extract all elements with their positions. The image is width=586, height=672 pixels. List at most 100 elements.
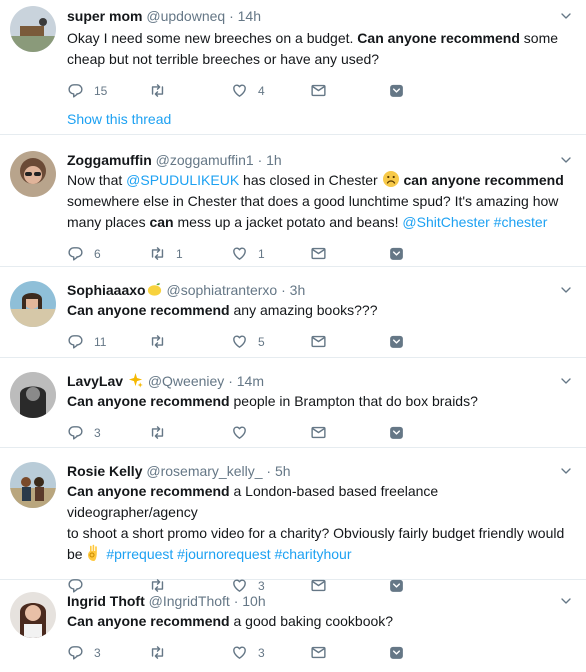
- chevron-down-icon[interactable]: [558, 373, 574, 389]
- user-handle[interactable]: @sophiatranterxo: [166, 282, 277, 298]
- like-icon: [231, 644, 248, 661]
- tweet-header: Sophiaaaxo @sophiatranterxo · 3h: [67, 280, 572, 300]
- tweet-header: Zoggamuffin @zoggamuffin1 · 1h: [67, 150, 572, 170]
- avatar[interactable]: [10, 462, 56, 508]
- chevron-down-icon[interactable]: [558, 593, 574, 609]
- dm-button[interactable]: [310, 644, 337, 661]
- reply-button[interactable]: 3: [67, 424, 101, 441]
- tweet-actions: 15 4: [67, 82, 572, 102]
- retweet-button[interactable]: [149, 424, 176, 441]
- tweet-actions: 3 3: [67, 644, 572, 664]
- timestamp[interactable]: 10h: [242, 593, 265, 609]
- user-name[interactable]: Rosie Kelly: [67, 463, 142, 479]
- dm-button[interactable]: [310, 333, 337, 350]
- like-button[interactable]: 3: [231, 644, 265, 661]
- mention-link[interactable]: @ShitChester: [402, 214, 489, 230]
- like-icon: [231, 245, 248, 262]
- tweet-text: Can anyone recommend people in Brampton …: [67, 393, 478, 409]
- chevron-down-icon[interactable]: [558, 463, 574, 479]
- timestamp[interactable]: 1h: [266, 152, 282, 168]
- tweet-ingrid-thoft[interactable]: Ingrid Thoft @IngridThoft · 10h Can anyo…: [0, 580, 586, 672]
- mail-icon: [310, 424, 327, 441]
- retweet-icon: [149, 333, 166, 350]
- reply-icon: [67, 82, 84, 99]
- tweet-actions: 3: [67, 424, 572, 444]
- reply-icon: [67, 333, 84, 350]
- promote-icon: [388, 644, 405, 661]
- promote-button[interactable]: [388, 644, 415, 661]
- like-button[interactable]: 4: [231, 82, 265, 99]
- tweet-lavylav[interactable]: LavyLav @Qweeniey · 14m Can anyone recom…: [0, 358, 586, 448]
- reply-button[interactable]: 15: [67, 82, 107, 99]
- like-icon: [231, 333, 248, 350]
- separator-dot: ·: [229, 8, 234, 24]
- dm-button[interactable]: [310, 245, 337, 262]
- like-count: 3: [258, 645, 265, 660]
- retweet-button[interactable]: 1: [149, 245, 183, 262]
- reply-count: 15: [94, 83, 108, 98]
- timestamp[interactable]: 14h: [238, 8, 261, 24]
- promote-button[interactable]: [388, 424, 415, 441]
- retweet-icon: [149, 245, 166, 262]
- retweet-button[interactable]: [149, 82, 176, 99]
- tweet-sophiaaaxo[interactable]: Sophiaaaxo @sophiatranterxo · 3h Can any…: [0, 267, 586, 358]
- chevron-down-icon[interactable]: [558, 152, 574, 168]
- tweet-text: Okay I need some new breeches on a budge…: [67, 30, 559, 67]
- tweet-zoggamuffin[interactable]: Zoggamuffin @zoggamuffin1 · 1h Now that …: [0, 135, 586, 267]
- tweet-actions: 11 5: [67, 333, 572, 353]
- user-name[interactable]: Sophiaaaxo: [67, 282, 146, 298]
- like-button[interactable]: [231, 424, 258, 441]
- reply-button[interactable]: 11: [67, 333, 106, 350]
- user-name[interactable]: super mom: [67, 8, 142, 24]
- timestamp[interactable]: 5h: [275, 463, 291, 479]
- avatar[interactable]: [10, 372, 56, 418]
- hashtag-links[interactable]: #prrequest #journorequest #charityhour: [106, 546, 351, 562]
- reply-button[interactable]: 3: [67, 644, 101, 661]
- avatar[interactable]: [10, 151, 56, 197]
- mail-icon: [310, 333, 327, 350]
- reply-button[interactable]: 6: [67, 245, 101, 262]
- retweet-button[interactable]: [149, 333, 176, 350]
- tweet-text: Can anyone recommend any amazing books??…: [67, 302, 378, 318]
- user-name[interactable]: Zoggamuffin: [67, 152, 152, 168]
- like-count: 4: [258, 83, 265, 98]
- like-icon: [231, 82, 248, 99]
- promote-button[interactable]: [388, 82, 415, 99]
- lemon-emoji-icon: [147, 283, 161, 296]
- tweet-super-mom[interactable]: super mom @updowneq · 14h Okay I need so…: [0, 0, 586, 135]
- promote-icon: [388, 333, 405, 350]
- user-handle[interactable]: @rosemary_kelly_: [146, 463, 262, 479]
- tweet-header: Rosie Kelly @rosemary_kelly_ · 5h: [67, 461, 572, 481]
- chevron-down-icon[interactable]: [558, 8, 574, 24]
- mail-icon: [310, 644, 327, 661]
- timestamp[interactable]: 14m: [237, 373, 264, 389]
- promote-button[interactable]: [388, 333, 415, 350]
- mention-link[interactable]: @SPUDULIKEUK: [126, 172, 239, 188]
- frowning-face-emoji-icon: [382, 171, 399, 187]
- retweet-icon: [149, 644, 166, 661]
- dm-button[interactable]: [310, 424, 337, 441]
- avatar[interactable]: [10, 6, 56, 52]
- user-name[interactable]: Ingrid Thoft: [67, 593, 145, 609]
- avatar[interactable]: [10, 592, 56, 638]
- avatar[interactable]: [10, 281, 56, 327]
- like-button[interactable]: 1: [231, 245, 265, 262]
- user-handle[interactable]: @zoggamuffin1: [156, 152, 254, 168]
- promote-icon: [388, 82, 405, 99]
- promote-button[interactable]: [388, 245, 415, 262]
- separator-dot: ·: [228, 373, 233, 389]
- chevron-down-icon[interactable]: [558, 282, 574, 298]
- user-handle[interactable]: @Qweeniey: [148, 373, 224, 389]
- tweet-text: Now that @SPUDULIKEUK has closed in Ches…: [67, 171, 564, 230]
- like-button[interactable]: 5: [231, 333, 265, 350]
- dm-button[interactable]: [310, 82, 337, 99]
- timestamp[interactable]: 3h: [290, 282, 306, 298]
- hashtag-link[interactable]: #chester: [494, 214, 548, 230]
- user-handle[interactable]: @updowneq: [146, 8, 225, 24]
- tweet-rosie-kelly[interactable]: Rosie Kelly @rosemary_kelly_ · 5h Can an…: [0, 448, 586, 580]
- retweet-button[interactable]: [149, 644, 176, 661]
- show-thread-link[interactable]: Show this thread: [67, 111, 171, 127]
- user-name[interactable]: LavyLav: [67, 373, 123, 389]
- user-handle[interactable]: @IngridThoft: [149, 593, 230, 609]
- reply-icon: [67, 245, 84, 262]
